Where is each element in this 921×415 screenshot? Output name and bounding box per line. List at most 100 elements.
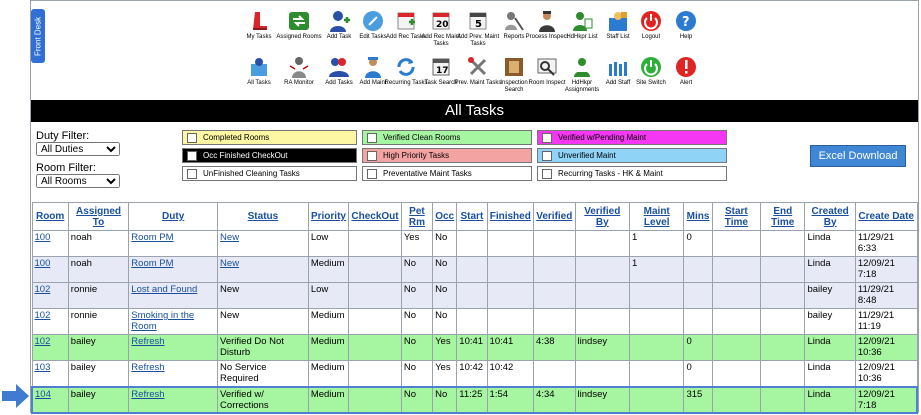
add-staff-icon: [609, 62, 627, 76]
cell-room: 102: [31, 282, 69, 309]
legend-unfinished-cleaning: UnFinished Cleaning Tasks: [182, 166, 357, 181]
svg-text:?: ?: [682, 15, 690, 30]
col-header-duty[interactable]: Duty: [128, 202, 219, 231]
cell-duty: Refresh: [128, 385, 219, 414]
legend-high-priority: High Priority Tasks: [362, 148, 532, 163]
cell-created-by: Linda: [804, 360, 856, 387]
col-header-start[interactable]: Start: [456, 202, 488, 231]
table-row[interactable]: 102 ronnie Lost and Found New Low No No bailey 1…: [31, 282, 918, 309]
cell-priority: Medium: [307, 385, 350, 414]
cell-mins: 0: [683, 230, 713, 257]
cell-start-time: [711, 308, 762, 335]
col-header-priority[interactable]: Priority: [307, 202, 350, 231]
cell-status: Verified w/ Corrections: [217, 385, 309, 414]
cell-room: 100: [31, 256, 69, 283]
recurring-tasks-icon: [397, 58, 415, 76]
cell-start-time: [711, 256, 762, 283]
col-header-verified-by[interactable]: Verified By: [574, 202, 630, 231]
col-header-create-date[interactable]: Create Date: [854, 202, 918, 231]
cell-pet-rm: No: [400, 256, 434, 283]
col-header-finished[interactable]: Finished: [486, 202, 535, 231]
table-row[interactable]: 102 ronnie Smoking in the Room New Medium No N…: [31, 308, 918, 335]
legend-label: Occ Finished CheckOut: [203, 151, 288, 160]
cell-end-time: [760, 385, 806, 414]
cell-occ: No: [432, 230, 458, 257]
room-link[interactable]: 100: [35, 232, 51, 243]
legend-checkbox: [367, 150, 377, 161]
table-row[interactable]: 104 bailey Refresh Verified w/ Corrections M…: [30, 385, 918, 414]
site-switch-icon: [641, 57, 661, 77]
cell-end-time: [760, 256, 806, 283]
add-rec-maint-tasks-icon: 20: [432, 12, 450, 30]
cell-start-time: [711, 334, 762, 361]
duty-link[interactable]: Refresh: [131, 362, 164, 373]
cell-assigned-to: ronnie: [67, 308, 130, 335]
cell-status: New: [217, 308, 309, 335]
duty-link[interactable]: Smoking in the Room: [131, 310, 194, 332]
col-header-mins[interactable]: Mins: [683, 202, 713, 231]
col-header-checkout[interactable]: CheckOut: [348, 202, 402, 231]
cell-created-by: Linda: [804, 256, 856, 283]
table-row[interactable]: 102 bailey Refresh Verified Do Not Disturb M…: [31, 334, 918, 361]
col-header-room[interactable]: Room: [31, 202, 69, 231]
table-row[interactable]: 100 noah Room PM New Medium No No 1 Linda 12/09/2…: [31, 256, 918, 283]
hdhkpr-list-icon: [573, 12, 593, 31]
legend-occ-finished-checkout: Occ Finished CheckOut: [182, 148, 357, 163]
room-link[interactable]: 102: [35, 284, 51, 295]
col-header-assigned-to[interactable]: Assigned To: [67, 202, 130, 231]
cell-assigned-to: noah: [67, 230, 130, 257]
process-inspect-icon: [539, 11, 555, 32]
col-header-pet-rm[interactable]: Pet Rm: [400, 202, 434, 231]
help-button[interactable]: ? Help: [662, 10, 710, 41]
col-header-occ[interactable]: Occ: [432, 202, 458, 231]
room-link[interactable]: 100: [35, 258, 51, 269]
col-header-created-by[interactable]: Created By: [804, 202, 856, 231]
cell-maint-level: [628, 385, 685, 414]
col-header-verified[interactable]: Verified: [533, 202, 576, 231]
room-filter-select[interactable]: All Rooms: [36, 174, 120, 188]
col-header-start-time[interactable]: Start Time: [711, 202, 762, 231]
legend-label: High Priority Tasks: [383, 151, 450, 160]
inspection-search-icon: [505, 58, 523, 76]
tool-label: Reports: [503, 34, 525, 40]
status-link[interactable]: New: [220, 258, 239, 269]
cell-occ: No: [432, 256, 458, 283]
cell-checkout: [348, 282, 402, 309]
cell-start-time: [711, 282, 762, 309]
duty-filter-select[interactable]: All Duties: [36, 142, 120, 156]
room-link[interactable]: 102: [35, 336, 51, 347]
cell-room: 104: [30, 385, 69, 414]
room-link[interactable]: 103: [35, 362, 51, 373]
col-header-end-time[interactable]: End Time: [760, 202, 806, 231]
duty-link[interactable]: Room PM: [131, 232, 173, 243]
cell-assigned-to: ronnie: [67, 282, 130, 309]
alert-button[interactable]: Alert: [662, 56, 710, 87]
cell-pet-rm: No: [400, 385, 434, 414]
legend-label: Preventative Maint Tasks: [383, 169, 472, 178]
legend-recurring-tasks: Recurring Tasks - HK & Maint: [537, 166, 727, 181]
col-header-maint-level[interactable]: Maint Level: [628, 202, 685, 231]
cell-priority: Medium: [307, 360, 350, 387]
cell-end-time: [760, 334, 806, 361]
cell-occ: Yes: [432, 360, 458, 387]
legend-label: UnFinished Cleaning Tasks: [203, 169, 300, 178]
duty-link[interactable]: Refresh: [131, 389, 164, 400]
legend-completed-rooms: Completed Rooms: [182, 130, 357, 145]
duty-link[interactable]: Room PM: [131, 258, 173, 269]
col-header-status[interactable]: Status: [217, 202, 309, 231]
cell-mins: [683, 282, 713, 309]
cell-create-date: 12/09/21 10:36: [854, 360, 918, 387]
tasks-table: Room Assigned To Duty Status Priority Ch…: [30, 202, 918, 414]
duty-link[interactable]: Refresh: [131, 336, 164, 347]
cell-finished: 10:41: [486, 334, 535, 361]
edit-tasks-icon: [363, 11, 383, 31]
room-link[interactable]: 102: [35, 310, 51, 321]
duty-link[interactable]: Lost and Found: [131, 284, 197, 295]
cell-mins: [683, 308, 713, 335]
table-row[interactable]: 103 bailey Refresh No Service Required Mediu…: [31, 360, 918, 387]
legend-checkbox: [542, 168, 552, 179]
table-row[interactable]: 100 noah Room PM New Low Yes No 1 0 Linda 11/29/21…: [31, 230, 918, 257]
status-link[interactable]: New: [220, 232, 239, 243]
room-link[interactable]: 104: [35, 389, 51, 400]
excel-download-button[interactable]: Excel Download: [810, 145, 906, 167]
